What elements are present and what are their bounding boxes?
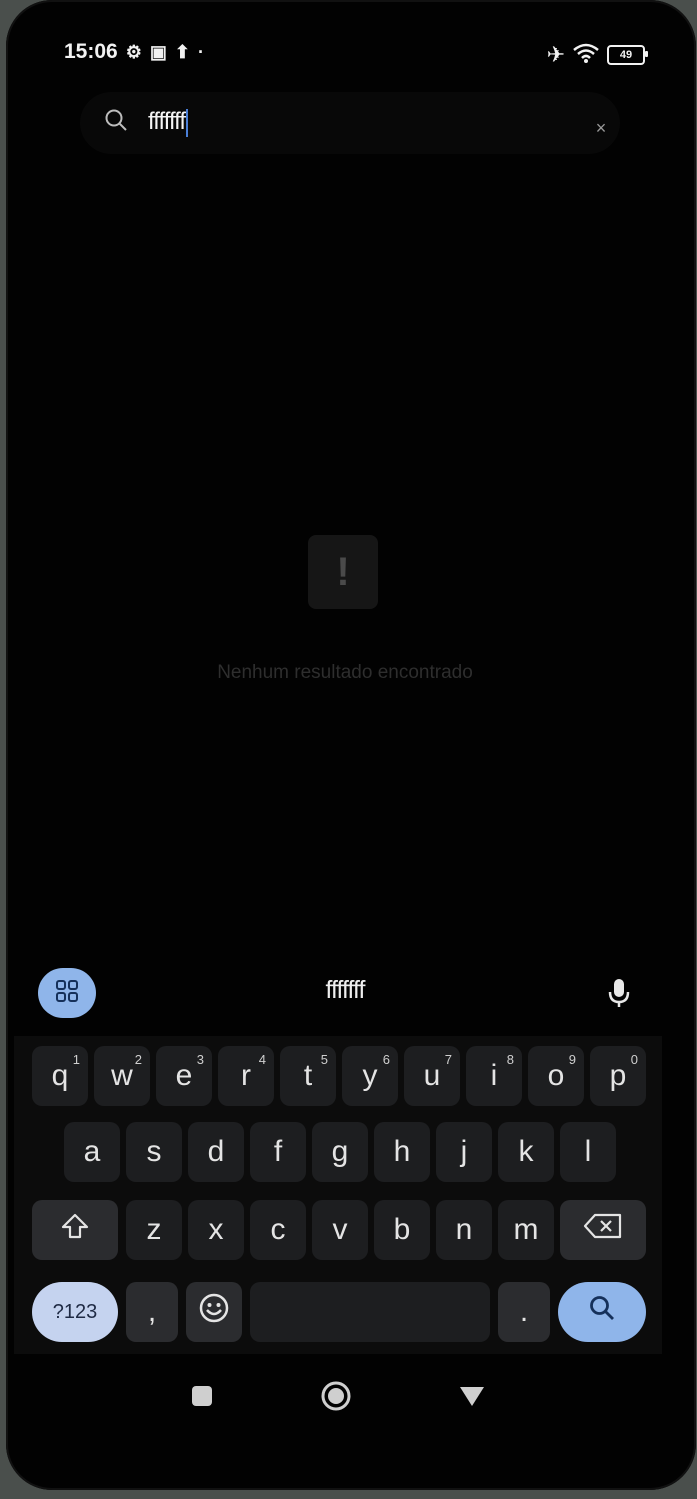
search-icon	[588, 1294, 616, 1330]
settings-status-icon: ⚙	[125, 41, 142, 62]
key-q[interactable]: q1	[32, 1046, 88, 1106]
triangle-icon	[458, 1384, 486, 1413]
wifi-icon	[573, 43, 599, 68]
search-icon	[104, 108, 127, 131]
word-suggestion[interactable]: fffffff	[0, 976, 690, 1005]
backspace-icon	[583, 1212, 623, 1248]
key-i[interactable]: i8	[466, 1046, 522, 1106]
alert-icon: !	[308, 535, 378, 609]
key-u[interactable]: u7	[404, 1046, 460, 1106]
search-action-key[interactable]	[558, 1282, 646, 1342]
emoji-key[interactable]	[186, 1282, 242, 1342]
home-button[interactable]	[316, 1378, 356, 1418]
key-m[interactable]: m	[498, 1200, 554, 1260]
key-a[interactable]: a	[64, 1122, 120, 1182]
shift-key[interactable]	[32, 1200, 118, 1260]
key-x[interactable]: x	[188, 1200, 244, 1260]
airplane-icon: ✈	[546, 42, 565, 67]
key-r[interactable]: r4	[218, 1046, 274, 1106]
upload-status-icon: ⬆	[174, 41, 190, 62]
symbols-key[interactable]: ?123	[32, 1282, 118, 1342]
key-p[interactable]: p0	[590, 1046, 646, 1106]
clear-search-button[interactable]: ×	[580, 104, 622, 152]
period-key[interactable]: .	[498, 1282, 550, 1342]
key-z[interactable]: z	[126, 1200, 182, 1260]
key-l[interactable]: l	[560, 1122, 616, 1182]
key-j[interactable]: j	[436, 1122, 492, 1182]
key-v[interactable]: v	[312, 1200, 368, 1260]
square-icon	[190, 1384, 214, 1413]
key-o[interactable]: o9	[528, 1046, 584, 1106]
key-g[interactable]: g	[312, 1122, 368, 1182]
recent-apps-button[interactable]	[182, 1378, 222, 1418]
key-d[interactable]: d	[188, 1122, 244, 1182]
backspace-key[interactable]	[560, 1200, 646, 1260]
search-input[interactable]: fffffff	[148, 108, 189, 137]
key-e[interactable]: e3	[156, 1046, 212, 1106]
back-button[interactable]	[452, 1378, 492, 1418]
key-f[interactable]: f	[250, 1122, 306, 1182]
status-bar-right: ✈ 49	[546, 42, 648, 68]
text-caret	[186, 108, 189, 137]
key-c[interactable]: c	[250, 1200, 306, 1260]
notification-status-icon: ▣	[149, 41, 167, 62]
key-y[interactable]: y6	[342, 1046, 398, 1106]
empty-state-message: Nenhum resultado encontrado	[217, 662, 473, 683]
key-s[interactable]: s	[126, 1122, 182, 1182]
keyboard: q1 w2 e3 r4 t5 y6 u7 i8 o9 p0 a s d f g …	[14, 1036, 662, 1354]
comma-key[interactable]: ,	[126, 1282, 178, 1342]
status-time: 15:06	[64, 40, 118, 63]
key-b[interactable]: b	[374, 1200, 430, 1260]
circle-icon	[320, 1380, 352, 1417]
emoji-icon	[198, 1292, 230, 1332]
key-n[interactable]: n	[436, 1200, 492, 1260]
key-t[interactable]: t5	[280, 1046, 336, 1106]
alert-glyph: !	[336, 549, 350, 594]
battery-icon: 49	[607, 45, 648, 65]
voice-input-button[interactable]	[590, 968, 648, 1022]
key-k[interactable]: k	[498, 1122, 554, 1182]
key-h[interactable]: h	[374, 1122, 430, 1182]
search-query: fffffff	[148, 108, 186, 135]
status-bar-left: 15:06 ⚙ ▣ ⬆ ·	[64, 40, 204, 64]
shift-icon	[60, 1212, 90, 1248]
close-icon: ×	[595, 117, 607, 138]
space-key[interactable]	[250, 1282, 490, 1342]
key-w[interactable]: w2	[94, 1046, 150, 1106]
microphone-icon	[607, 977, 631, 1014]
dot-status-icon: ·	[197, 41, 204, 62]
